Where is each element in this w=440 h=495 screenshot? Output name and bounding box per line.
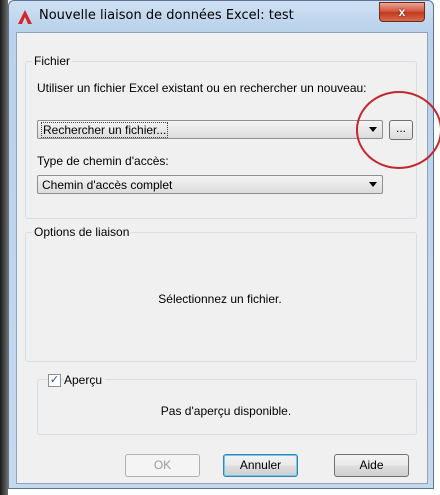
desktop-edge	[0, 0, 8, 495]
dialog-client-area: Fichier Utiliser un fichier Excel exista…	[16, 32, 428, 484]
highlight-annotation-circle	[356, 91, 440, 169]
path-type-dropdown[interactable]: Chemin d'accès complet	[37, 175, 383, 194]
select-file-message: Sélectionnez un fichier.	[158, 292, 282, 306]
path-type-value: Chemin d'accès complet	[42, 178, 173, 192]
chevron-down-icon	[369, 182, 377, 187]
path-type-label: Type de chemin d'accès:	[37, 154, 169, 168]
autocad-app-icon	[18, 10, 32, 24]
fichier-group-label: Fichier	[32, 54, 73, 68]
file-select-dropdown[interactable]: Rechercher un fichier...	[37, 120, 383, 139]
link-options-group-label: Options de liaison	[32, 225, 132, 239]
close-button[interactable]: x	[379, 2, 425, 22]
ok-button[interactable]: OK	[125, 454, 200, 477]
preview-checkbox[interactable]: ✓	[48, 374, 61, 387]
no-preview-message: Pas d'aperçu disponible.	[160, 404, 292, 418]
window-title: Nouvelle liaison de données Excel: test	[39, 8, 294, 23]
help-button[interactable]: Aide	[334, 454, 409, 477]
file-select-value: Rechercher un fichier...	[41, 122, 169, 138]
title-bar[interactable]: Nouvelle liaison de données Excel: test …	[9, 1, 433, 33]
preview-checkbox-label[interactable]: Aperçu	[64, 373, 106, 387]
dialog-window: Nouvelle liaison de données Excel: test …	[8, 0, 434, 489]
cancel-button[interactable]: Annuler	[223, 454, 298, 477]
file-instruction-text: Utiliser un fichier Excel existant ou en…	[37, 81, 367, 95]
